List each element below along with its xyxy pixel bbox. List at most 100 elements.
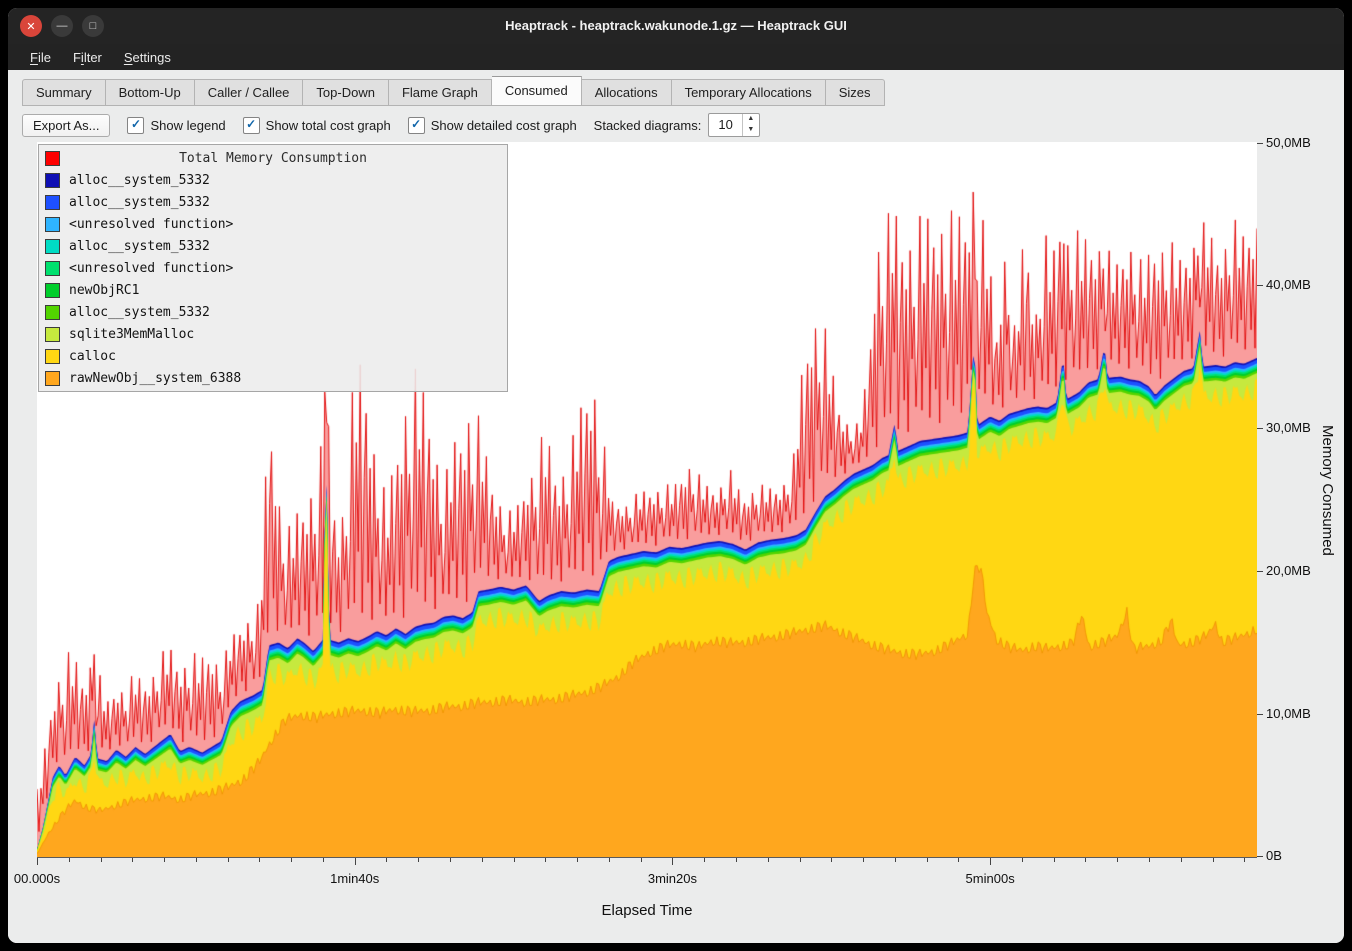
- x-tick-mark: [831, 858, 832, 862]
- legend-item-8: calloc: [39, 345, 507, 367]
- checkbox-show-legend[interactable]: ✓ Show legend: [127, 117, 225, 134]
- spin-up-icon[interactable]: ▲: [743, 114, 759, 125]
- stacked-diagrams-value: 10: [709, 114, 741, 136]
- legend-item-6: alloc__system_5332: [39, 301, 507, 323]
- legend-label: alloc__system_5332: [69, 239, 210, 254]
- x-tick-mark: [768, 858, 769, 862]
- legend-item-9: rawNewObj__system_6388: [39, 367, 507, 389]
- x-tick-mark: [482, 858, 483, 862]
- x-tick-mark: [863, 858, 864, 862]
- tab-consumed[interactable]: Consumed: [492, 76, 582, 106]
- tab-temporary-allocations[interactable]: Temporary Allocations: [672, 79, 826, 106]
- legend-item-3: alloc__system_5332: [39, 235, 507, 257]
- checkbox-box-show-total-cost-graph[interactable]: ✓: [243, 117, 260, 134]
- minimize-button[interactable]: —: [51, 15, 73, 37]
- legend-item-4: <unresolved function>: [39, 257, 507, 279]
- y-tick-mark: [1257, 143, 1263, 144]
- x-tick-mark: [1213, 858, 1214, 862]
- legend-item-0: alloc__system_5332: [39, 169, 507, 191]
- x-tick-label: 00.000s: [14, 871, 60, 886]
- x-tick-mark: [736, 858, 737, 862]
- x-tick-mark: [1054, 858, 1055, 862]
- y-tick-label: 40,0MB: [1266, 277, 1311, 292]
- y-tick-label: 20,0MB: [1266, 563, 1311, 578]
- checkbox-label: Show total cost graph: [266, 118, 391, 133]
- close-icon: ✕: [26, 20, 35, 33]
- menu-file[interactable]: File: [20, 47, 61, 68]
- plot-surface: Total Memory Consumption alloc__system_53…: [37, 142, 1257, 858]
- x-tick-mark: [641, 858, 642, 862]
- legend-swatch: [45, 239, 60, 254]
- legend-swatch: [45, 327, 60, 342]
- checkbox-box-show-detailed-cost-graph[interactable]: ✓: [408, 117, 425, 134]
- maximize-button[interactable]: □: [82, 15, 104, 37]
- x-tick-mark: [259, 858, 260, 862]
- checkbox-show-total-cost-graph[interactable]: ✓ Show total cost graph: [243, 117, 391, 134]
- x-tick-mark: [927, 858, 928, 862]
- spin-down-icon[interactable]: ▼: [743, 125, 759, 136]
- toolbar-checkboxes: ✓ Show legend ✓ Show total cost graph ✓Show …: [127, 117, 576, 134]
- tab-top-down[interactable]: Top-Down: [303, 79, 389, 106]
- x-axis-title: Elapsed Time: [37, 902, 1257, 919]
- legend-item-5: newObjRC1: [39, 279, 507, 301]
- x-tick-mark: [1244, 858, 1245, 862]
- x-tick-mark: [323, 858, 324, 862]
- legend-title-row: Total Memory Consumption: [39, 147, 507, 169]
- tab-summary[interactable]: Summary: [22, 79, 106, 106]
- x-tick-mark: [228, 858, 229, 862]
- x-tick-mark: [418, 858, 419, 862]
- legend-label: alloc__system_5332: [69, 305, 210, 320]
- tab-flame-graph[interactable]: Flame Graph: [389, 79, 492, 106]
- close-button[interactable]: ✕: [20, 15, 42, 37]
- menu-settings[interactable]: Settings: [114, 47, 181, 68]
- y-axis-title: Memory Consumed: [1319, 425, 1336, 556]
- y-tick-mark: [1257, 714, 1263, 715]
- legend-label: calloc: [69, 349, 116, 364]
- x-tick-mark: [545, 858, 546, 862]
- heaptrack-window: ✕ — □ Heaptrack - heaptrack.wakunode.1.gz …: [8, 8, 1344, 943]
- checkbox-label: Show legend: [150, 118, 225, 133]
- legend-swatch: [45, 261, 60, 276]
- x-tick-mark: [577, 858, 578, 862]
- stacked-diagrams-spinbox[interactable]: 10 ▲ ▼: [708, 113, 759, 137]
- menubar: FileFilterSettings: [8, 44, 1344, 70]
- x-tick-mark: [450, 858, 451, 862]
- checkbox-box-show-legend[interactable]: ✓: [127, 117, 144, 134]
- legend-label: alloc__system_5332: [69, 173, 210, 188]
- legend-label: sqlite3MemMalloc: [69, 327, 194, 342]
- legend-label: <unresolved function>: [69, 217, 233, 232]
- x-tick-mark: [1149, 858, 1150, 862]
- legend-swatch: [45, 195, 60, 210]
- y-tick-label: 50,0MB: [1266, 135, 1311, 150]
- window-title: Heaptrack - heaptrack.wakunode.1.gz — He…: [8, 8, 1344, 44]
- x-tick-mark: [69, 858, 70, 862]
- legend-label: newObjRC1: [69, 283, 139, 298]
- toolbar: Export As... ✓ Show legend ✓ Show total cos…: [22, 110, 1336, 140]
- x-tick-label: 5min00s: [966, 871, 1015, 886]
- chart-area: Total Memory Consumption alloc__system_53…: [8, 142, 1344, 943]
- legend-label: alloc__system_5332: [69, 195, 210, 210]
- x-tick-mark: [1117, 858, 1118, 862]
- y-tick-mark: [1257, 285, 1263, 286]
- y-tick-mark: [1257, 428, 1263, 429]
- export-as-button[interactable]: Export As...: [22, 114, 110, 137]
- x-tick-mark: [1022, 858, 1023, 862]
- legend-swatch: [45, 349, 60, 364]
- tab-sizes[interactable]: Sizes: [826, 79, 885, 106]
- tab-caller-callee[interactable]: Caller / Callee: [195, 79, 304, 106]
- legend-swatch: [45, 217, 60, 232]
- legend-title: Total Memory Consumption: [39, 151, 507, 166]
- tab-bottom-up[interactable]: Bottom-Up: [106, 79, 195, 106]
- stacked-diagrams-label: Stacked diagrams:: [594, 118, 702, 133]
- menu-filter[interactable]: Filter: [63, 47, 112, 68]
- window-controls: ✕ — □: [20, 15, 104, 37]
- main-area: SummaryBottom-UpCaller / CalleeTop-DownF…: [8, 70, 1344, 943]
- checkbox-show-detailed-cost-graph[interactable]: ✓Show detailed cost graph: [408, 117, 577, 134]
- maximize-icon: □: [90, 20, 97, 32]
- x-tick-mark: [101, 858, 102, 862]
- x-tick-label: 1min40s: [330, 871, 379, 886]
- tab-allocations[interactable]: Allocations: [582, 79, 672, 106]
- legend-swatch: [45, 283, 60, 298]
- x-tick-mark: [196, 858, 197, 862]
- legend-item-2: <unresolved function>: [39, 213, 507, 235]
